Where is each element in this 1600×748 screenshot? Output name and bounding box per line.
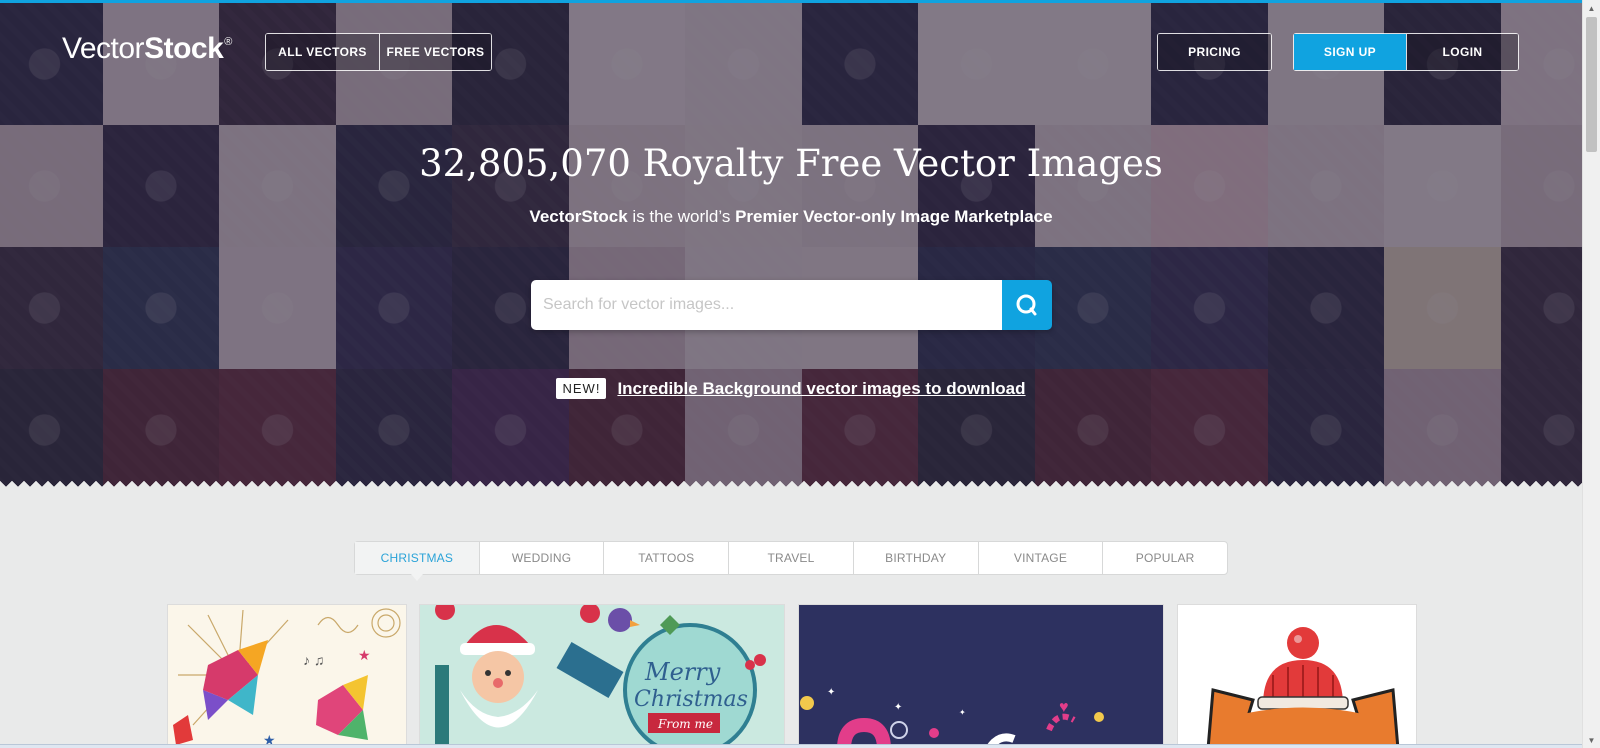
svg-text:✦: ✦	[827, 687, 835, 698]
zigzag-edge	[0, 478, 1582, 487]
vector-card-santa[interactable]: Merry Christmas From me	[419, 604, 785, 748]
search-icon	[1016, 294, 1037, 316]
logo-light-text: Vector	[62, 32, 145, 65]
sign-up-button[interactable]: SIGN UP	[1294, 34, 1406, 70]
christmas-text: Christmas	[634, 687, 748, 712]
subline-tail: Premier Vector-only Image Marketplace	[735, 207, 1053, 226]
tab-travel[interactable]: TRAVEL	[728, 542, 853, 574]
subline-brand: VectorStock	[529, 207, 628, 226]
vectorstock-logo[interactable]: VectorStock®	[62, 32, 232, 66]
santa-illustration: Merry Christmas From me	[420, 605, 784, 747]
hero-overlay	[0, 3, 1582, 487]
top-accent-line	[0, 0, 1582, 3]
registered-mark: ®	[224, 36, 232, 48]
tab-christmas[interactable]: CHRISTMAS	[355, 542, 479, 581]
vertical-scrollbar[interactable]: ▲ ▼	[1582, 0, 1600, 748]
merry-text: Merry	[644, 658, 721, 686]
svg-text:♪ ♫: ♪ ♫	[303, 652, 324, 668]
free-vectors-button[interactable]: FREE VECTORS	[379, 34, 491, 70]
logo-bold-text: Stock	[144, 32, 224, 65]
scroll-thumb[interactable]	[1586, 17, 1597, 152]
vector-card-fox[interactable]	[1177, 604, 1417, 748]
hero-banner	[0, 3, 1582, 487]
svg-text:♥: ♥	[1059, 699, 1069, 716]
fox-illustration	[1178, 605, 1416, 747]
deer-illustration: ♪ ♫ ★ ★	[173, 608, 401, 747]
pricing-button[interactable]: PRICING	[1158, 34, 1271, 70]
hero-subline: VectorStock is the world’s Premier Vecto…	[0, 207, 1582, 227]
candy-illustration: ♥ ✦ ✦ ✦	[799, 605, 1163, 747]
vector-nav-group: ALL VECTORS FREE VECTORS	[265, 33, 492, 71]
scroll-up-arrow-icon[interactable]: ▲	[1583, 0, 1600, 16]
tab-popular[interactable]: POPULAR	[1102, 542, 1227, 574]
search-input[interactable]	[531, 280, 1002, 330]
window-bottom-edge	[0, 744, 1582, 748]
from-me-text: From me	[657, 717, 713, 731]
svg-text:✦: ✦	[959, 708, 966, 717]
hero-headline: 32,805,070 Royalty Free Vector Images	[419, 142, 1163, 185]
category-tabs: CHRISTMAS WEDDING TATTOOS TRAVEL BIRTHDA…	[354, 541, 1228, 581]
auth-nav-group: SIGN UP LOGIN	[1293, 33, 1519, 71]
background-vectors-link[interactable]: Incredible Background vector images to d…	[617, 379, 1025, 399]
pricing-nav-group: PRICING	[1157, 33, 1272, 71]
all-vectors-button[interactable]: ALL VECTORS	[266, 34, 379, 70]
tab-birthday[interactable]: BIRTHDAY	[852, 542, 978, 574]
new-badge: NEW!	[556, 378, 607, 399]
svg-text:★: ★	[358, 647, 371, 663]
tab-wedding[interactable]: WEDDING	[478, 542, 604, 574]
scroll-down-arrow-icon[interactable]: ▼	[1583, 732, 1600, 748]
vector-card-candy[interactable]: ♥ ✦ ✦ ✦	[798, 604, 1164, 748]
search-bar	[531, 280, 1052, 330]
search-button[interactable]	[1002, 280, 1052, 330]
svg-text:✦: ✦	[894, 702, 902, 713]
new-announcement: NEW! Incredible Background vector images…	[0, 378, 1582, 399]
vector-card-deer[interactable]: ♪ ♫ ★ ★	[167, 604, 407, 748]
tab-tattoos[interactable]: TATTOOS	[603, 542, 728, 574]
tab-vintage[interactable]: VINTAGE	[977, 542, 1103, 574]
login-button[interactable]: LOGIN	[1406, 34, 1518, 70]
subline-middle: is the world’s	[627, 207, 736, 226]
